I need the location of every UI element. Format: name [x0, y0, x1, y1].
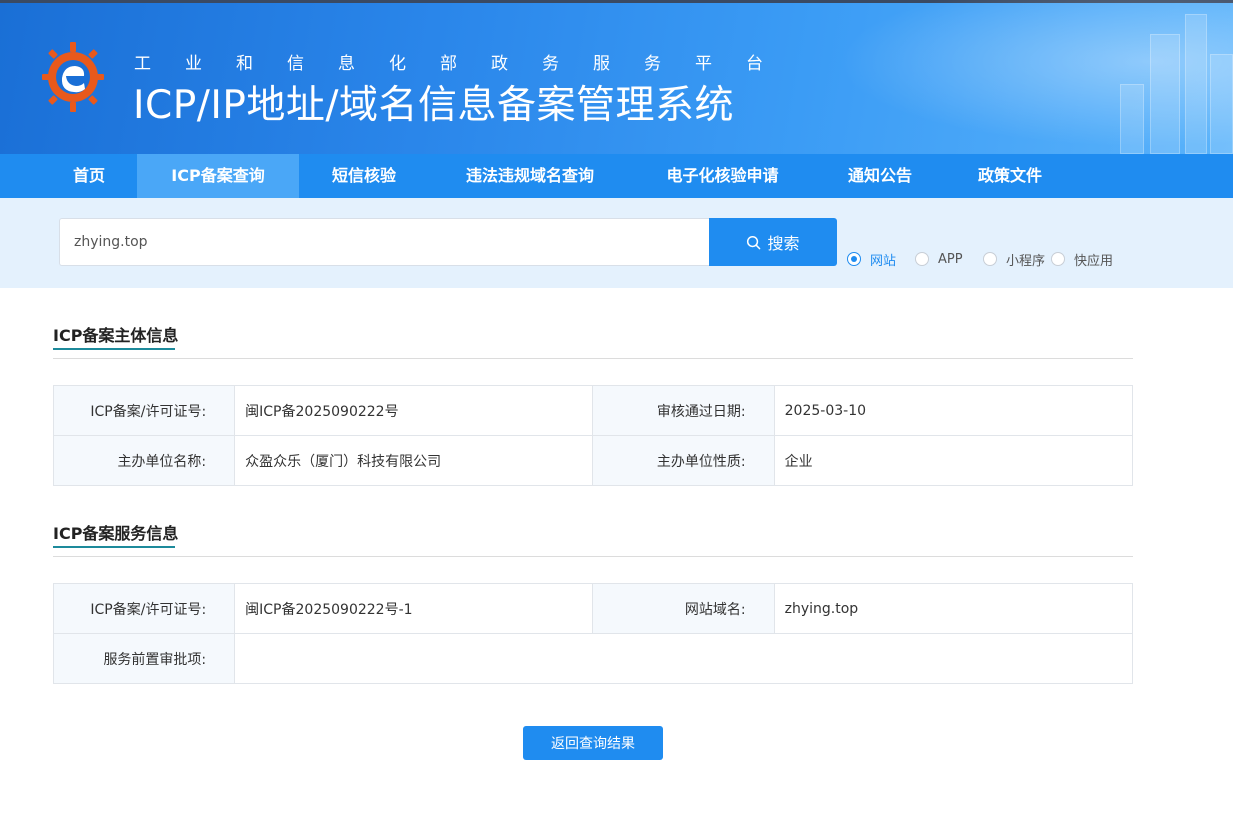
radio-app[interactable] [915, 252, 929, 266]
service-license-value: 闽ICP备2025090222号-1 [234, 583, 594, 634]
nav-policy-docs[interactable]: 政策文件 [960, 154, 1060, 198]
table-row: ICP备案/许可证号: 闽ICP备2025090222号-1 网站域名: zhy… [52, 583, 1134, 634]
approval-date-value: 2025-03-10 [773, 385, 1134, 436]
nav-sms-verify[interactable]: 短信核验 [314, 154, 414, 198]
service-license-label: ICP备案/许可证号: [52, 583, 236, 634]
nav-home[interactable]: 首页 [49, 154, 129, 198]
pre-approval-value [234, 633, 1133, 684]
building-decoration [1150, 34, 1180, 154]
radio-website[interactable] [847, 252, 861, 266]
search-input[interactable] [59, 218, 711, 266]
pre-approval-label: 服务前置审批项: [52, 633, 236, 684]
building-decoration [1120, 84, 1144, 154]
nav-icp-query[interactable]: ICP备案查询 [137, 154, 299, 198]
table-row: 服务前置审批项: [52, 633, 1133, 684]
organizer-type-label: 主办单位性质: [592, 435, 775, 486]
nav-notices[interactable]: 通知公告 [830, 154, 930, 198]
organizer-type-value: 企业 [773, 435, 1134, 486]
main-nav: 首页 ICP备案查询 短信核验 违法违规域名查询 电子化核验申请 通知公告 政策… [0, 154, 1233, 198]
nav-illegal-domain-query[interactable]: 违法违规域名查询 [445, 154, 615, 198]
type-option-app[interactable]: APP [915, 250, 963, 268]
type-option-website[interactable]: 网站 [847, 250, 897, 269]
header-banner: 工业和信息化部政务服务平台 ICP/IP地址/域名信息备案管理系统 [0, 0, 1233, 154]
system-title: ICP/IP地址/域名信息备案管理系统 [133, 83, 735, 128]
domain-label: 网站域名: [592, 583, 775, 634]
radio-label-app: APP [938, 251, 963, 267]
section-title-underline [53, 546, 175, 548]
nav-e-verify-apply[interactable]: 电子化核验申请 [645, 154, 800, 198]
organizer-name-label: 主办单位名称: [52, 435, 236, 486]
building-decoration [1185, 14, 1207, 154]
platform-subtitle: 工业和信息化部政务服务平台 [134, 54, 797, 74]
search-icon [747, 235, 761, 249]
search-section: 搜索 网站 APP 小程序 快应用 [0, 198, 1233, 288]
search-button-label: 搜索 [767, 234, 800, 253]
license-number-value: 闽ICP备2025090222号 [234, 385, 594, 436]
subject-info-table: ICP备案/许可证号: 闽ICP备2025090222号 审核通过日期: 202… [52, 385, 1134, 486]
radio-mini-program[interactable] [983, 252, 997, 266]
radio-label-website: 网站 [870, 253, 897, 269]
building-decoration [1210, 54, 1233, 154]
search-button[interactable]: 搜索 [709, 218, 837, 266]
organizer-name-value: 众盈众乐（厦门）科技有限公司 [234, 435, 594, 486]
license-number-label: ICP备案/许可证号: [52, 385, 236, 436]
type-option-mini-program[interactable]: 小程序 [983, 250, 1046, 269]
section-title-underline [53, 348, 175, 350]
table-row: ICP备案/许可证号: 闽ICP备2025090222号 审核通过日期: 202… [52, 385, 1134, 436]
miit-logo-icon [42, 42, 104, 112]
domain-value: zhying.top [773, 583, 1134, 634]
service-section-title: ICP备案服务信息 [53, 524, 179, 543]
radio-quick-app[interactable] [1051, 252, 1065, 266]
service-info-table: ICP备案/许可证号: 闽ICP备2025090222号-1 网站域名: zhy… [52, 583, 1134, 684]
type-option-quick-app[interactable]: 快应用 [1051, 250, 1114, 269]
radio-label-quick-app: 快应用 [1074, 253, 1114, 269]
back-to-results-button[interactable]: 返回查询结果 [523, 726, 663, 760]
subject-section-title: ICP备案主体信息 [53, 326, 179, 345]
radio-label-mini-program: 小程序 [1006, 253, 1046, 269]
section-divider [53, 556, 1133, 557]
approval-date-label: 审核通过日期: [592, 385, 775, 436]
section-divider [53, 358, 1133, 359]
table-row: 主办单位名称: 众盈众乐（厦门）科技有限公司 主办单位性质: 企业 [52, 435, 1134, 486]
